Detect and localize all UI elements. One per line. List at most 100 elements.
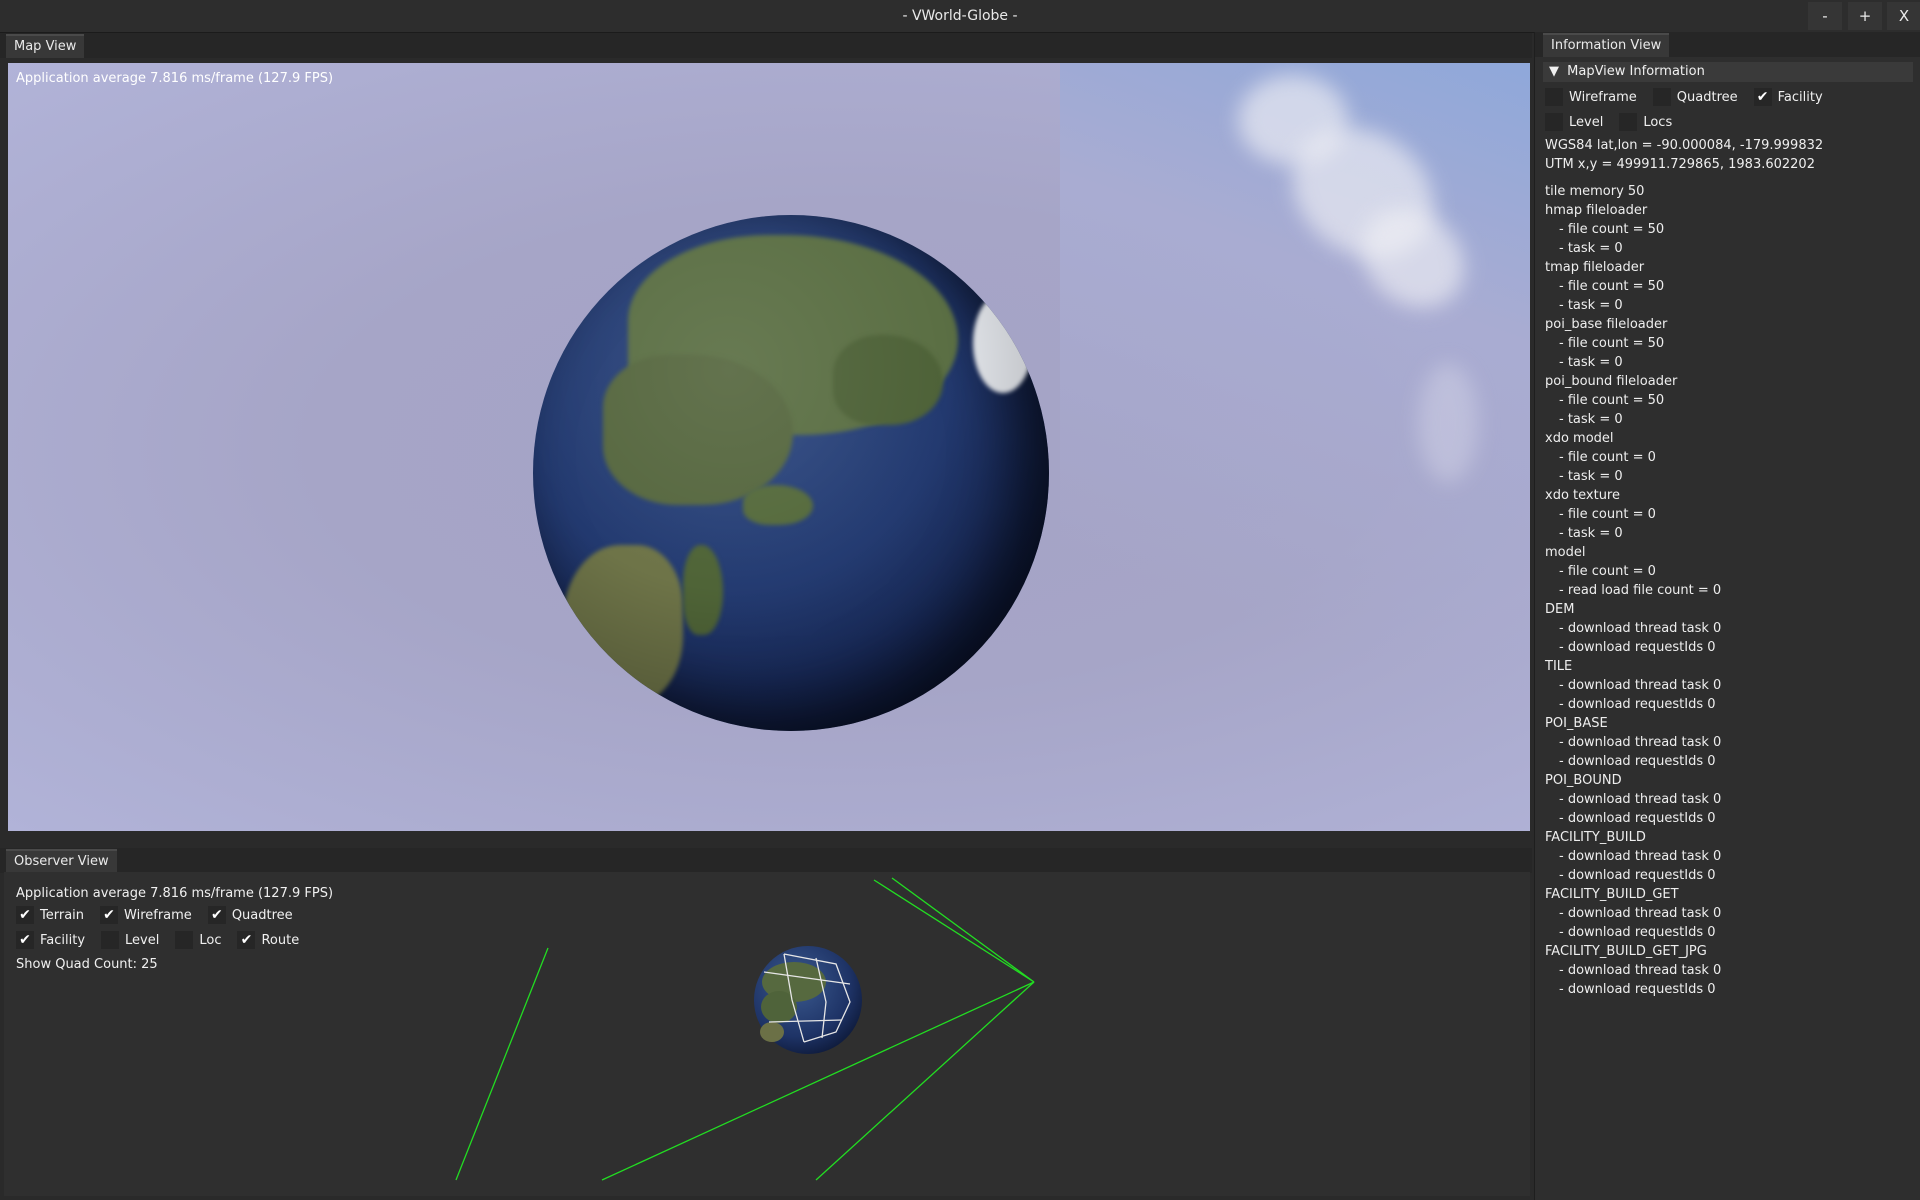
globe-shading xyxy=(533,215,1049,731)
check-icon: ✔ xyxy=(1756,89,1769,105)
check-icon: ✔ xyxy=(19,932,31,948)
info-wireframe-checkbox[interactable] xyxy=(1545,88,1563,106)
info-stat-detail: - download requestIds 0 xyxy=(1559,868,1716,883)
map-view-canvas[interactable]: Application average 7.816 ms/frame (127.… xyxy=(8,63,1530,831)
route-line xyxy=(891,877,1035,983)
info-stat-detail: - download thread task 0 xyxy=(1559,849,1722,864)
info-stat-detail: - file count = 0 xyxy=(1559,507,1656,522)
quadtree-label: Quadtree xyxy=(231,907,293,923)
info-level-checkbox[interactable] xyxy=(1545,113,1563,131)
info-stat-heading: tmap fileloader xyxy=(1545,260,1645,275)
info-stat-detail: - download thread task 0 xyxy=(1559,735,1722,750)
map-view-tab-strip xyxy=(0,33,1532,58)
info-locs-label: Locs xyxy=(1643,114,1673,130)
info-locs-checkbox[interactable] xyxy=(1619,113,1638,131)
info-facility-label: Facility xyxy=(1777,89,1823,105)
info-stat-heading: TILE xyxy=(1545,659,1573,674)
minimize-button[interactable]: - xyxy=(1808,2,1842,30)
info-stat-detail: - download requestIds 0 xyxy=(1559,697,1716,712)
wireframe-label: Wireframe xyxy=(124,907,192,923)
section-title: MapView Information xyxy=(1567,64,1705,79)
loc-checkbox[interactable] xyxy=(175,931,194,949)
maximize-button[interactable]: + xyxy=(1848,2,1882,30)
info-options-row-2: Level Locs xyxy=(1545,113,1682,131)
info-stat-detail: - download requestIds 0 xyxy=(1559,811,1716,826)
info-stat-heading: xdo model xyxy=(1545,431,1614,446)
info-stat-detail: - file count = 50 xyxy=(1559,393,1665,408)
route-lines xyxy=(455,877,1035,1181)
quadtree-checkbox[interactable]: ✔ xyxy=(207,906,226,924)
observer-options-row-1: ✔ Terrain ✔ Wireframe ✔ Quadtree xyxy=(16,906,303,924)
wgs84-readout: WGS84 lat,lon = -90.000084, -179.999832 xyxy=(1545,138,1824,153)
info-stat-detail: - task = 0 xyxy=(1559,355,1623,370)
info-stat-detail: - download thread task 0 xyxy=(1559,963,1722,978)
info-stat-heading: hmap fileloader xyxy=(1545,203,1648,218)
check-icon: ✔ xyxy=(103,907,115,923)
small-globe xyxy=(754,946,862,1054)
observer-view-canvas[interactable]: Application average 7.816 ms/frame (127.… xyxy=(4,872,1530,1196)
facility-label: Facility xyxy=(40,932,86,948)
observer-view-tab-strip xyxy=(0,848,1532,873)
info-stat-heading: model xyxy=(1545,545,1586,560)
title-bar: - VWorld-Globe - - + X xyxy=(0,0,1920,33)
map-fps-readout: Application average 7.816 ms/frame (127.… xyxy=(16,71,334,86)
facility-checkbox[interactable]: ✔ xyxy=(16,931,34,949)
earth-globe[interactable] xyxy=(533,215,1049,731)
info-stat-detail: - file count = 50 xyxy=(1559,222,1665,237)
info-stat-detail: - task = 0 xyxy=(1559,241,1623,256)
observer-options-row-2: ✔ Facility Level Loc ✔ Route xyxy=(16,931,309,949)
information-view-panel: Information View ▼ MapView Information W… xyxy=(1534,32,1920,1200)
info-stat-detail: - task = 0 xyxy=(1559,412,1623,427)
info-level-label: Level xyxy=(1569,114,1604,130)
route-checkbox[interactable]: ✔ xyxy=(237,931,256,949)
info-quadtree-label: Quadtree xyxy=(1676,89,1738,105)
wireframe-checkbox[interactable]: ✔ xyxy=(100,906,119,924)
tab-observer-view[interactable]: Observer View xyxy=(6,849,117,873)
utm-readout: UTM x,y = 499911.729865, 1983.602202 xyxy=(1545,157,1815,172)
collapse-arrow-icon: ▼ xyxy=(1549,64,1559,79)
info-stat-detail: - download thread task 0 xyxy=(1559,792,1722,807)
mapview-info-section-header[interactable]: ▼ MapView Information xyxy=(1543,62,1913,82)
window-title: - VWorld-Globe - xyxy=(902,8,1018,24)
info-stat-detail: - download thread task 0 xyxy=(1559,906,1722,921)
route-line xyxy=(455,947,549,1181)
info-facility-checkbox[interactable]: ✔ xyxy=(1753,88,1772,106)
info-stat-heading: poi_base fileloader xyxy=(1545,317,1668,332)
info-stat-heading: FACILITY_BUILD_GET_JPG xyxy=(1545,944,1707,959)
observer-fps-readout: Application average 7.816 ms/frame (127.… xyxy=(16,886,334,901)
info-stat-detail: - file count = 0 xyxy=(1559,450,1656,465)
info-stat-detail: - task = 0 xyxy=(1559,298,1623,313)
info-stat-heading: POI_BOUND xyxy=(1545,773,1622,788)
info-stat-detail: - download requestIds 0 xyxy=(1559,754,1716,769)
info-stat-heading: xdo texture xyxy=(1545,488,1620,503)
info-stat-heading: DEM xyxy=(1545,602,1575,617)
level-checkbox[interactable] xyxy=(101,931,120,949)
info-stat-detail: - file count = 50 xyxy=(1559,279,1665,294)
info-stat-detail: - download requestIds 0 xyxy=(1559,640,1716,655)
tab-map-view[interactable]: Map View xyxy=(6,34,85,58)
info-options-row-1: Wireframe Quadtree ✔ Facility xyxy=(1545,88,1833,106)
info-quadtree-checkbox[interactable] xyxy=(1652,88,1671,106)
info-stat-detail: - download thread task 0 xyxy=(1559,678,1722,693)
info-stat-detail: - file count = 50 xyxy=(1559,336,1665,351)
info-stat-heading: POI_BASE xyxy=(1545,716,1608,731)
info-stat-detail: - read load file count = 0 xyxy=(1559,583,1722,598)
info-stat-heading: FACILITY_BUILD_GET xyxy=(1545,887,1679,902)
quad-count-readout: Show Quad Count: 25 xyxy=(16,957,158,972)
tab-information-view[interactable]: Information View xyxy=(1543,33,1670,57)
terrain-checkbox[interactable]: ✔ xyxy=(16,906,34,924)
info-stat-detail: - task = 0 xyxy=(1559,526,1623,541)
info-wireframe-label: Wireframe xyxy=(1569,89,1637,105)
info-stat-detail: - download requestIds 0 xyxy=(1559,925,1716,940)
info-stat-heading: poi_bound fileloader xyxy=(1545,374,1678,389)
info-stat-detail: - task = 0 xyxy=(1559,469,1623,484)
info-stat-heading: tile memory 50 xyxy=(1545,184,1645,199)
loc-label: Loc xyxy=(199,932,222,948)
route-label: Route xyxy=(261,932,300,948)
info-stat-detail: - file count = 0 xyxy=(1559,564,1656,579)
route-line xyxy=(873,879,1035,983)
check-icon: ✔ xyxy=(19,907,31,923)
close-button[interactable]: X xyxy=(1887,2,1920,30)
level-label: Level xyxy=(125,932,160,948)
info-stat-heading: FACILITY_BUILD xyxy=(1545,830,1646,845)
